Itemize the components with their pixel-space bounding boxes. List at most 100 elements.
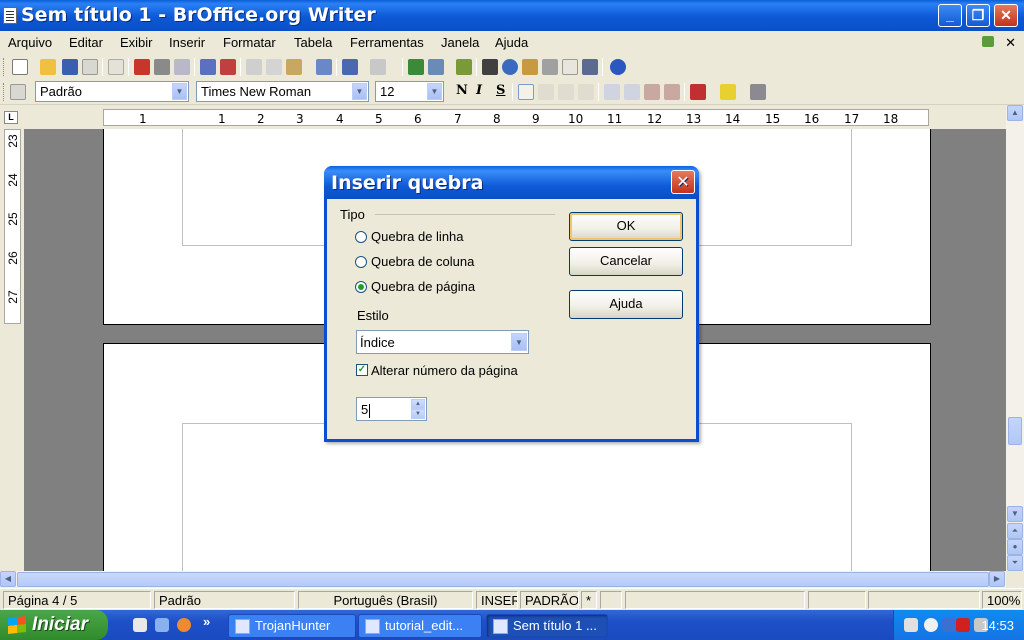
copy-icon[interactable] <box>266 59 282 75</box>
quicklaunch-editor-icon[interactable] <box>133 618 147 632</box>
minimize-button[interactable]: _ <box>938 4 962 27</box>
zoom-icon[interactable] <box>582 59 598 75</box>
column-break-label[interactable]: Quebra de coluna <box>371 254 474 269</box>
export-pdf-icon[interactable] <box>134 59 150 75</box>
view-layout-icon[interactable] <box>808 591 866 609</box>
task-sem-titulo[interactable]: Sem título 1 ... <box>486 614 608 638</box>
quicklaunch-app-icon[interactable] <box>155 618 169 632</box>
spellcheck-icon[interactable] <box>200 59 216 75</box>
scroll-up-icon[interactable]: ▲ <box>1007 105 1023 121</box>
page-break-label[interactable]: Quebra de página <box>371 279 475 294</box>
help-icon[interactable] <box>610 59 626 75</box>
menu-arquivo[interactable]: Arquivo <box>8 35 52 50</box>
task-trojanhunter[interactable]: TrojanHunter <box>228 614 356 638</box>
previous-page-icon[interactable]: ⏶ <box>1007 523 1023 539</box>
print-preview-icon[interactable] <box>174 59 190 75</box>
horizontal-scrollbar[interactable]: ◀ ▶ <box>0 571 1006 588</box>
styles-formatting-icon[interactable] <box>10 84 26 100</box>
vertical-scrollbar[interactable]: ▲ ▼ ⏶ ● ⏷ <box>1006 105 1024 571</box>
style-select[interactable]: Índice ▼ <box>356 330 529 354</box>
ok-button[interactable]: OK <box>569 212 683 241</box>
line-break-label[interactable]: Quebra de linha <box>371 229 464 244</box>
vertical-ruler[interactable]: 23 24 25 26 27 <box>0 129 24 571</box>
chevron-down-icon[interactable]: ▼ <box>427 83 442 100</box>
menu-janela[interactable]: Janela <box>441 35 479 50</box>
page-style-indicator[interactable]: Padrão <box>154 591 295 609</box>
font-name-combo[interactable]: Times New Roman ▼ <box>196 81 369 102</box>
network-icon[interactable] <box>924 618 938 632</box>
clone-formatting-icon[interactable] <box>316 59 332 75</box>
new-document-icon[interactable] <box>12 59 28 75</box>
bold-button[interactable]: N <box>456 83 468 98</box>
scrollbar-thumb[interactable] <box>17 572 989 587</box>
close-document-button[interactable]: ✕ <box>1005 35 1016 51</box>
highlighting-icon[interactable] <box>720 84 736 100</box>
align-left-icon[interactable] <box>518 84 534 100</box>
scroll-left-icon[interactable]: ◀ <box>0 571 16 587</box>
chevron-down-icon[interactable]: ▼ <box>352 83 367 100</box>
show-draw-functions-icon[interactable] <box>456 59 472 75</box>
increment-icon[interactable]: ▲ <box>411 399 425 409</box>
task-tutorial-edit[interactable]: tutorial_edit... <box>358 614 482 638</box>
navigator-icon[interactable] <box>502 59 518 75</box>
zoom-level[interactable]: 100% <box>982 591 1022 609</box>
italic-button[interactable]: I <box>476 83 482 98</box>
font-color-icon[interactable] <box>690 84 706 100</box>
selection-mode-indicator[interactable]: PADRÃO <box>520 591 579 609</box>
redo-icon[interactable] <box>370 59 386 75</box>
gallery-icon[interactable] <box>522 59 538 75</box>
close-window-button[interactable]: ✕ <box>994 4 1018 27</box>
toolbar-grip[interactable] <box>3 58 6 76</box>
justify-icon[interactable] <box>578 84 594 100</box>
decrease-indent-icon[interactable] <box>644 84 660 100</box>
undo-icon[interactable] <box>342 59 358 75</box>
menu-ferramentas[interactable]: Ferramentas <box>350 35 424 50</box>
navigation-icon[interactable]: ● <box>1007 539 1023 555</box>
menu-editar[interactable]: Editar <box>69 35 103 50</box>
zoom-slider[interactable] <box>868 591 980 609</box>
chevron-down-icon[interactable]: ▼ <box>511 333 527 351</box>
insert-mode-indicator[interactable]: INSER <box>476 591 518 609</box>
page-number-stepper[interactable]: 5 ▲ ▼ <box>356 397 427 421</box>
page-indicator[interactable]: Página 4 / 5 <box>3 591 151 609</box>
menu-tabela[interactable]: Tabela <box>294 35 332 50</box>
align-center-icon[interactable] <box>538 84 554 100</box>
help-button[interactable]: Ajuda <box>569 290 683 319</box>
table-icon[interactable] <box>428 59 444 75</box>
horizontal-ruler[interactable]: L 1 1 2 3 4 5 6 7 8 9 10 11 12 13 14 15 … <box>0 105 1024 129</box>
numbering-icon[interactable] <box>604 84 620 100</box>
change-page-number-checkbox[interactable]: ✓ <box>356 364 368 376</box>
dialog-close-icon[interactable]: ✕ <box>671 170 695 194</box>
decrement-icon[interactable]: ▼ <box>411 409 425 419</box>
scroll-down-icon[interactable]: ▼ <box>1007 506 1023 522</box>
writer-app-icon[interactable] <box>3 7 17 24</box>
menu-exibir[interactable]: Exibir <box>120 35 153 50</box>
increase-indent-icon[interactable] <box>664 84 680 100</box>
autospellcheck-icon[interactable] <box>220 59 236 75</box>
print-icon[interactable] <box>154 59 170 75</box>
scroll-right-icon[interactable]: ▶ <box>989 571 1005 587</box>
keyboard-icon[interactable] <box>904 618 918 632</box>
data-sources-icon[interactable] <box>542 59 558 75</box>
formatting-marks-icon[interactable] <box>562 59 578 75</box>
page-break-radio[interactable] <box>355 281 367 293</box>
paste-icon[interactable] <box>286 59 302 75</box>
tray-hide-icon[interactable] <box>942 618 956 632</box>
menu-formatar[interactable]: Formatar <box>223 35 276 50</box>
tab-type-selector[interactable]: L <box>4 111 18 124</box>
menu-inserir[interactable]: Inserir <box>169 35 205 50</box>
cancel-button[interactable]: Cancelar <box>569 247 683 276</box>
background-color-icon[interactable] <box>750 84 766 100</box>
toolbar-grip[interactable] <box>3 83 6 101</box>
open-folder-icon[interactable] <box>40 59 56 75</box>
line-break-radio[interactable] <box>355 231 367 243</box>
align-right-icon[interactable] <box>558 84 574 100</box>
bullets-icon[interactable] <box>624 84 640 100</box>
font-size-combo[interactable]: 12 ▼ <box>375 81 444 102</box>
menu-ajuda[interactable]: Ajuda <box>495 35 528 50</box>
start-button[interactable]: Iniciar <box>0 610 108 640</box>
quicklaunch-more-chevron[interactable]: » <box>203 614 210 629</box>
change-page-number-label[interactable]: Alterar número da página <box>371 363 518 378</box>
underline-button[interactable]: S <box>496 83 505 98</box>
chevron-down-icon[interactable]: ▼ <box>172 83 187 100</box>
